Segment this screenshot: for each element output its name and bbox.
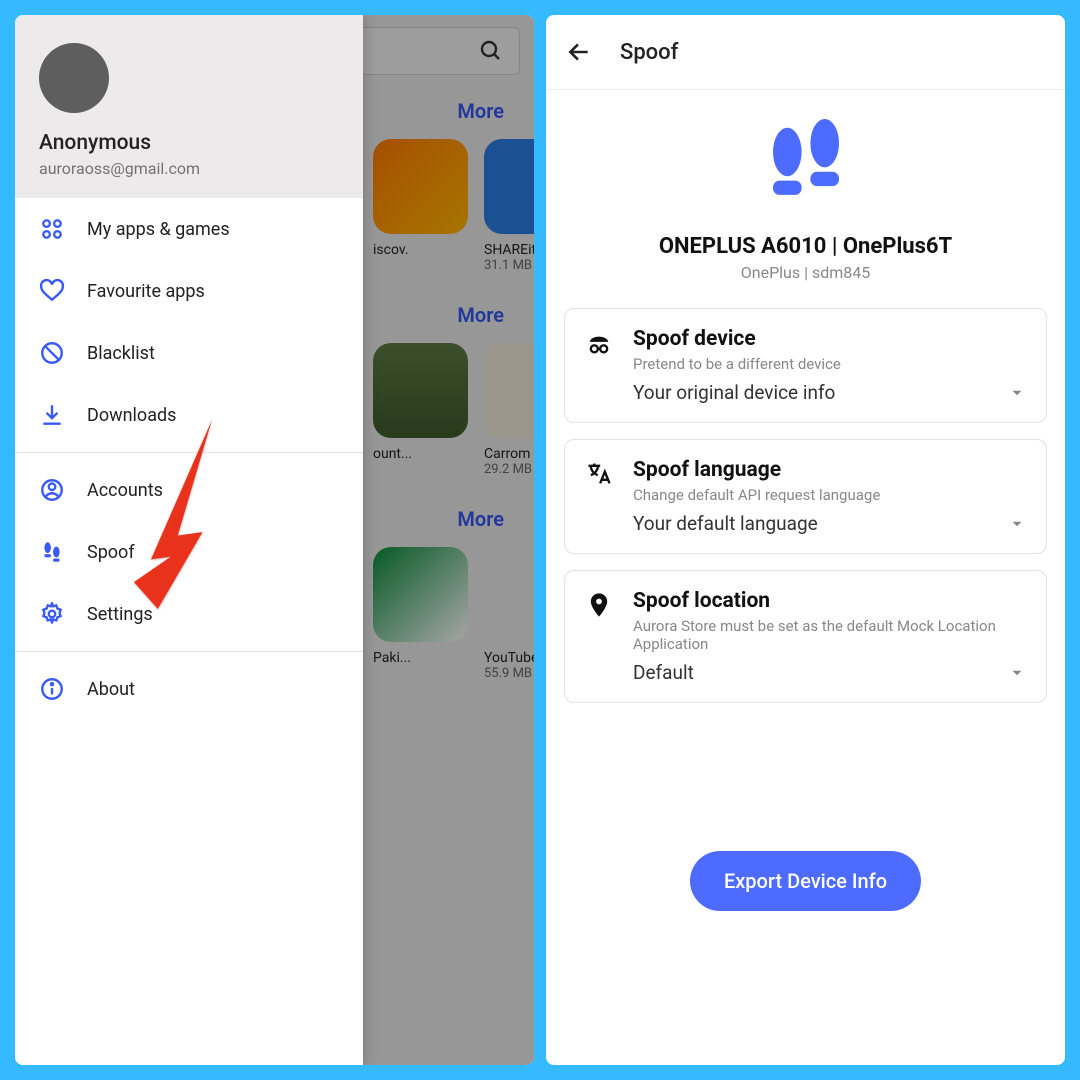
person-icon xyxy=(39,477,65,503)
app-tile[interactable]: ount... xyxy=(373,343,468,477)
footsteps-hero-icon xyxy=(751,108,861,218)
drawer-item-label: Blacklist xyxy=(87,343,155,364)
translate-icon xyxy=(585,460,613,488)
heart-icon xyxy=(39,278,65,304)
drawer-list: My apps & games Favourite apps Blacklist… xyxy=(15,198,363,1065)
card-spoof-device[interactable]: Spoof device Pretend to be a different d… xyxy=(564,308,1047,423)
app-tile[interactable]: Carrom Poo29.2 MB xyxy=(484,343,534,477)
device-title: ONEPLUS A6010 | OnePlus6T xyxy=(566,234,1045,259)
drawer-item-about[interactable]: About xyxy=(15,658,363,720)
card-title: Spoof location xyxy=(633,589,1026,613)
divider xyxy=(15,651,363,652)
drawer-item-label: Downloads xyxy=(87,405,176,426)
gear-icon xyxy=(39,601,65,627)
hero: ONEPLUS A6010 | OnePlus6T OnePlus | sdm8… xyxy=(546,90,1065,300)
chevron-down-icon xyxy=(1008,384,1026,402)
drawer-item-favourites[interactable]: Favourite apps xyxy=(15,260,363,322)
card-sub: Aurora Store must be set as the default … xyxy=(633,617,1026,653)
right-pane: Spoof ONEPLUS A6010 | OnePlus6T OnePlus … xyxy=(546,15,1065,1065)
chevron-down-icon xyxy=(1008,664,1026,682)
left-pane: More iscov. SHAREit - Tr31.1 MB More oun… xyxy=(15,15,534,1065)
page-title: Spoof xyxy=(620,40,678,65)
drawer-item-label: Accounts xyxy=(87,480,163,501)
drawer-item-label: About xyxy=(87,679,135,700)
card-spoof-language[interactable]: Spoof language Change default API reques… xyxy=(564,439,1047,554)
info-icon xyxy=(39,676,65,702)
drawer-item-label: Favourite apps xyxy=(87,281,205,302)
user-email: auroraoss@gmail.com xyxy=(39,159,339,178)
drawer-item-label: Settings xyxy=(87,604,153,625)
incognito-icon xyxy=(585,329,613,357)
chevron-down-icon xyxy=(1008,515,1026,533)
app-row-1: iscov. SHAREit - Tr31.1 MB xyxy=(355,133,534,279)
search-icon xyxy=(479,39,503,63)
footsteps-icon xyxy=(39,539,65,565)
app-row-2: ount... Carrom Poo29.2 MB xyxy=(355,337,534,483)
drawer-item-label: Spoof xyxy=(87,542,135,563)
grid-icon xyxy=(39,216,65,242)
card-title: Spoof device xyxy=(633,327,1026,351)
user-name: Anonymous xyxy=(39,131,339,155)
card-value: Your default language xyxy=(633,512,818,535)
export-device-info-button[interactable]: Export Device Info xyxy=(690,851,921,911)
drawer-item-spoof[interactable]: Spoof xyxy=(15,521,363,583)
app-tile[interactable]: YouTube Kid55.9 MB xyxy=(484,547,534,681)
drawer-item-accounts[interactable]: Accounts xyxy=(15,459,363,521)
app-tile[interactable]: SHAREit - Tr31.1 MB xyxy=(484,139,534,273)
navigation-drawer: Anonymous auroraoss@gmail.com My apps & … xyxy=(15,15,363,1065)
card-spoof-location[interactable]: Spoof location Aurora Store must be set … xyxy=(564,570,1047,703)
card-sub: Pretend to be a different device xyxy=(633,355,1026,373)
back-icon[interactable] xyxy=(566,39,592,65)
card-title: Spoof language xyxy=(633,458,1026,482)
drawer-header: Anonymous auroraoss@gmail.com xyxy=(15,15,363,198)
avatar[interactable] xyxy=(39,43,109,113)
app-tile[interactable]: iscov. xyxy=(373,139,468,273)
block-icon xyxy=(39,340,65,366)
divider xyxy=(15,452,363,453)
drawer-item-label: My apps & games xyxy=(87,219,230,240)
device-sub: OnePlus | sdm845 xyxy=(566,263,1045,282)
download-icon xyxy=(39,402,65,428)
card-value: Your original device info xyxy=(633,381,835,404)
card-sub: Change default API request language xyxy=(633,486,1026,504)
pin-icon xyxy=(585,591,613,619)
search-bar[interactable] xyxy=(355,27,520,75)
drawer-item-downloads[interactable]: Downloads xyxy=(15,384,363,446)
drawer-item-my-apps[interactable]: My apps & games xyxy=(15,198,363,260)
app-row-3: Paki... YouTube Kid55.9 MB xyxy=(355,541,534,687)
page-header: Spoof xyxy=(546,15,1065,90)
card-value: Default xyxy=(633,661,694,684)
drawer-item-blacklist[interactable]: Blacklist xyxy=(15,322,363,384)
drawer-item-settings[interactable]: Settings xyxy=(15,583,363,645)
app-tile[interactable]: Paki... xyxy=(373,547,468,681)
